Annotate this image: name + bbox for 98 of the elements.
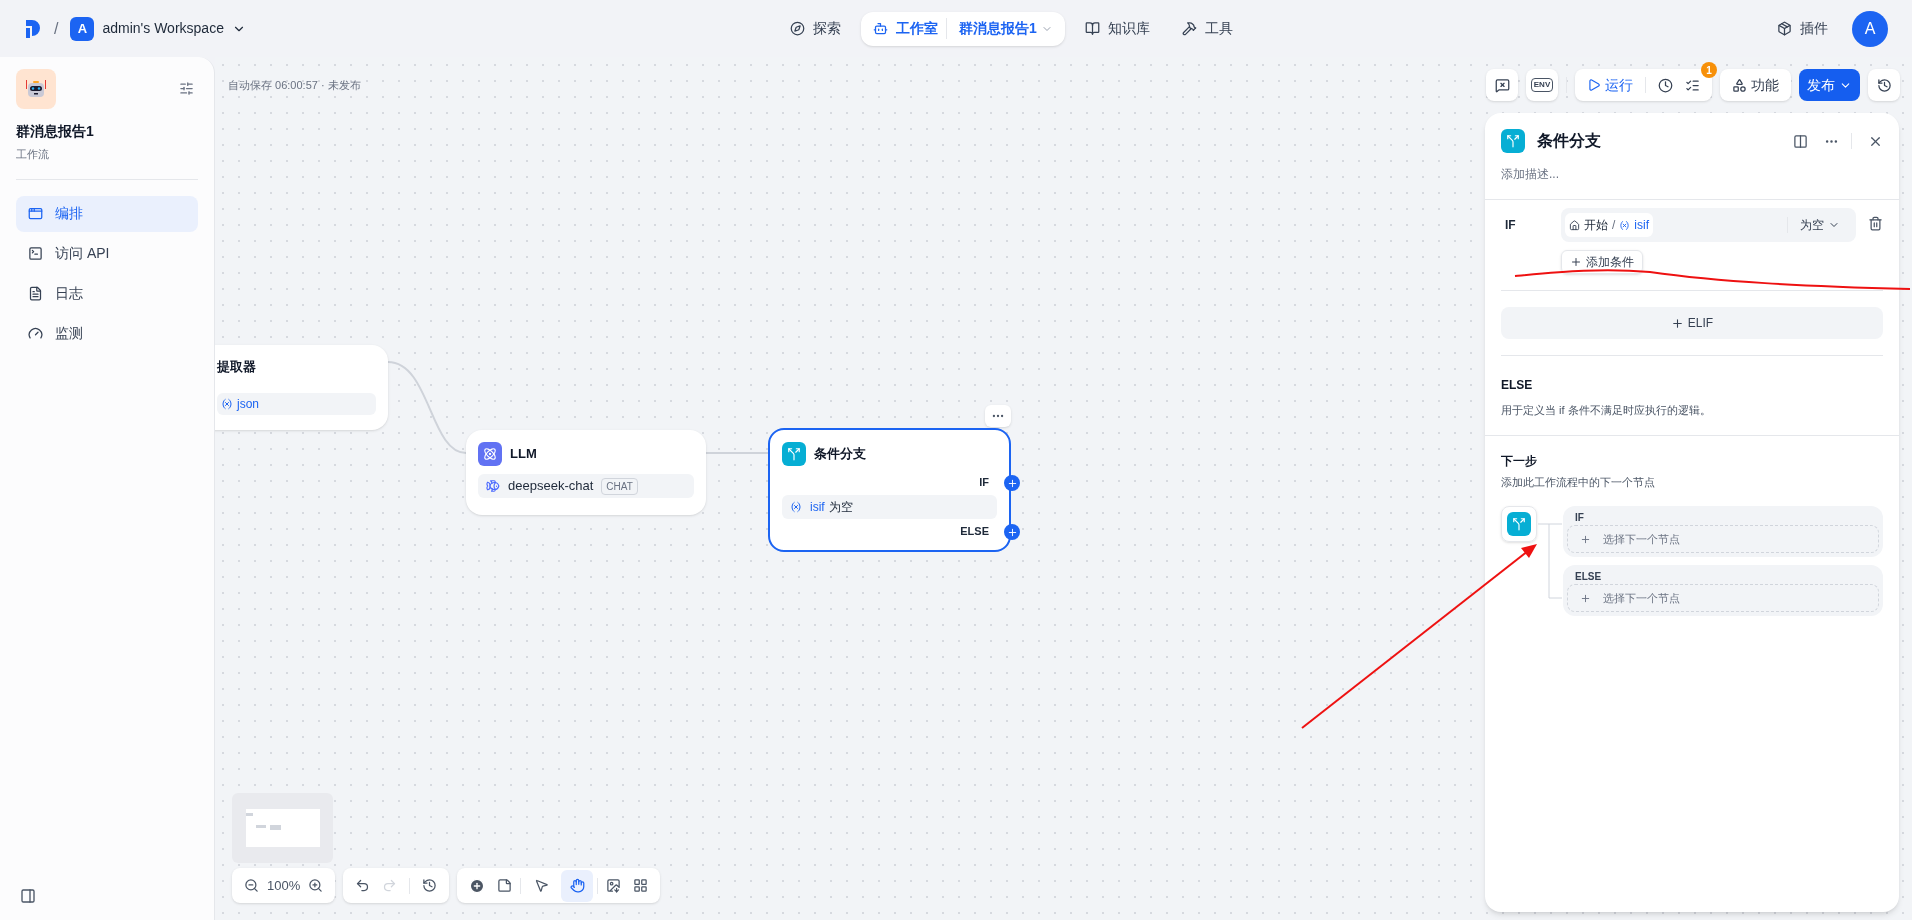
select-next-node-button[interactable]: 选择下一个节点 [1567,584,1879,612]
branch-node-icon [1501,506,1537,542]
nav-icon [1084,21,1100,36]
app-name: 群消息报告1 [16,122,95,141]
sidebar-icon [28,286,43,301]
path-separator: / [1612,217,1616,234]
plus-icon [1006,526,1018,538]
add-elif-button[interactable]: ELIF [1501,307,1883,339]
variable-name: isif [810,498,825,516]
add-handle[interactable] [1004,524,1020,540]
logo-icon [24,17,42,40]
nav-tab[interactable]: 知识库 [1072,11,1162,46]
branch-icon [782,442,806,466]
sidebar-icon [28,246,43,261]
app-type: 工作流 [16,147,50,162]
node-title: LLM [510,445,537,464]
export-image-icon[interactable] [606,878,622,893]
select-next-node-button[interactable]: 选择下一个节点 [1567,525,1879,553]
zoom-out-icon[interactable] [244,878,259,893]
model-name: deepseek-chat [508,477,594,496]
note-icon[interactable] [497,878,513,893]
autosave-status: 自动保存 06:00:57 · 未发布 [228,78,361,93]
plus-icon [1580,592,1591,604]
publish-button[interactable]: 发布 [1799,69,1860,101]
variable-icon [1619,219,1631,231]
workspace-selector[interactable]: A admin's Workspace [70,16,246,41]
if-port-label: IF [978,475,989,490]
variable-name: json [237,395,259,413]
node-title: 条件分支 [814,445,866,464]
else-port-label: ELSE [959,523,989,539]
robot-avatar [16,69,56,109]
workspace-avatar: A [70,16,95,41]
sidebar-item[interactable]: 编排 [16,195,198,232]
env-button[interactable]: ENV [1526,69,1558,101]
node-title: 提取器 [217,358,257,376]
run-history-icon[interactable] [1658,77,1673,93]
operator-text: 为空 [828,498,853,516]
breadcrumb-separator: / [54,18,59,39]
variable-icon [221,397,233,410]
branch-icon [1501,129,1525,153]
zoom-in-icon[interactable] [308,878,324,893]
edge-line [705,452,769,454]
user-avatar[interactable]: A [1852,10,1888,47]
nav-tab[interactable]: 工具 [1169,11,1245,46]
nav-tab[interactable]: 工作室 群消息报告1 [861,11,1065,46]
package-icon [1777,21,1792,36]
panel-toggle-icon[interactable] [20,888,36,904]
checklist-badge: 1 [1701,62,1717,78]
version-history-button[interactable] [1868,69,1900,101]
plus-icon [1580,533,1591,545]
variable-icon [790,500,802,513]
branch-label: ELSE [1574,570,1603,584]
zoom-level: 100% [267,876,301,895]
plugins-button[interactable]: 插件 [1777,18,1828,39]
hand-icon [569,878,585,893]
pointer-icon [533,878,549,893]
else-title: ELSE [1501,377,1534,394]
settings-icon[interactable] [179,81,194,96]
nav-icon [873,21,889,36]
llm-icon [478,442,502,466]
history-icon[interactable] [422,878,438,893]
message-x-icon [1494,77,1510,93]
checklist-icon[interactable] [1685,77,1700,93]
add-condition-button[interactable]: 添加条件 [1561,250,1643,274]
add-handle[interactable] [1004,475,1020,491]
description-field[interactable]: 添加描述... [1501,165,1883,183]
nav-icon [790,21,806,36]
operator-select[interactable]: 为空 [1788,216,1852,234]
sidebar-icon [28,326,43,341]
model-tag: CHAT [601,477,638,495]
history-icon [1876,77,1892,93]
panel-title: 条件分支 [1537,131,1602,151]
branch-label: IF [1574,511,1585,525]
next-step-title: 下一步 [1501,452,1538,470]
chat-clear-button[interactable] [1486,69,1518,101]
sidebar-item[interactable]: 日志 [16,275,198,312]
home-icon [1569,219,1580,231]
add-node-icon[interactable] [469,877,486,894]
else-description: 用于定义当 if 条件不满足时应执行的逻辑。 [1501,403,1712,418]
undo-icon[interactable] [355,878,371,893]
play-icon [1587,78,1601,92]
variable-chip: 开始 / isif [1565,213,1653,237]
nav-icon [1181,21,1197,36]
plus-icon [1570,256,1582,268]
plus-icon [1006,477,1018,489]
hand-tool-button[interactable] [561,869,594,902]
nav-tab[interactable]: 探索 [778,11,854,46]
shapes-icon [1732,77,1747,93]
sidebar-item[interactable]: 访问 API [16,235,198,272]
if-label: IF [1504,217,1517,234]
workspace-name: admin's Workspace [102,19,224,38]
layout-icon[interactable] [633,878,649,893]
sidebar-icon [28,206,43,221]
features-button[interactable]: 功能 [1720,69,1791,101]
delete-icon[interactable] [1868,216,1883,231]
next-step-description: 添加此工作流程中的下一个节点 [1501,474,1656,490]
sidebar-item[interactable]: 监测 [16,315,198,352]
plus-icon [1670,316,1684,330]
